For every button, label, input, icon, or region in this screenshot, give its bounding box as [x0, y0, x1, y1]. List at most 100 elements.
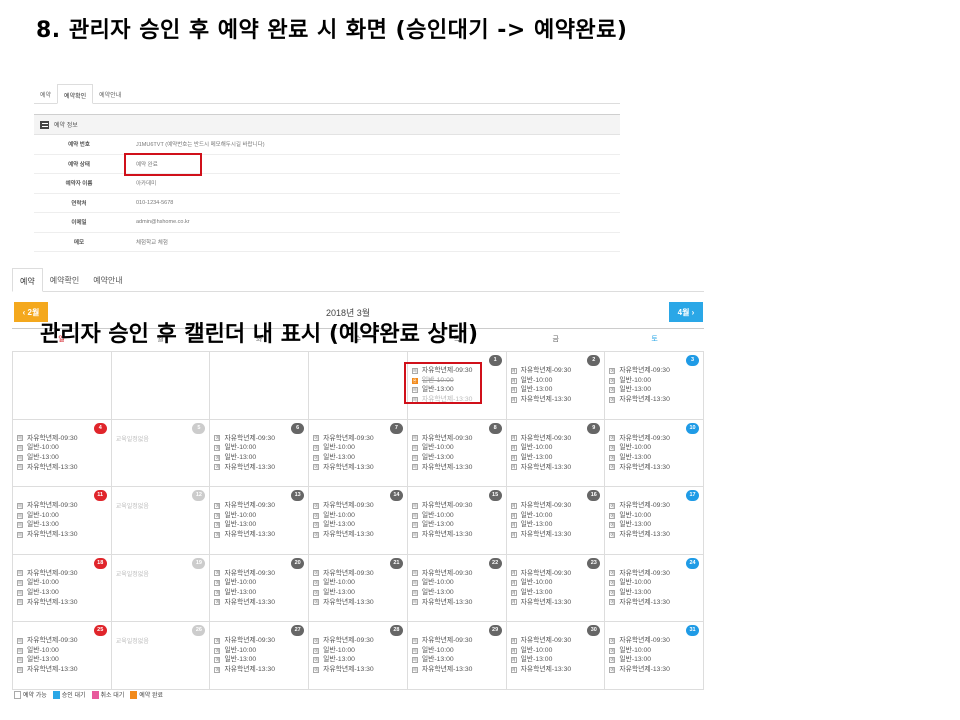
time-slot[interactable]: 예 일반-10:00: [411, 511, 504, 521]
time-slot[interactable]: 예 일반-10:00: [313, 443, 405, 453]
calendar-day-cell[interactable]: 28 예 자유학년제-09:30 예 일반-10:00 예 일반-13:00 예 자유학년제-1…: [309, 622, 408, 689]
calendar-day-cell[interactable]: 13 예 자유학년제-09:30 예 일반-10:00 예 일반-13:00 예 자유학년제-1…: [210, 487, 310, 554]
time-slot[interactable]: 예 일반-13:00: [214, 453, 306, 463]
calendar-day-cell[interactable]: 31 예 자유학년제-09:30 예 일반-10:00 예 일반-13:00 예 자유학년제-1…: [605, 622, 705, 689]
time-slot[interactable]: 예 일반-10:00: [214, 646, 306, 656]
time-slot[interactable]: 예 일반-13:00: [17, 655, 109, 665]
time-slot[interactable]: 예 일반-13:00: [313, 655, 405, 665]
calendar-day-cell[interactable]: 3 예 자유학년제-09:30 예 일반-10:00 예 일반-13:00 예 자유학년제-13…: [605, 352, 705, 419]
tab-reserve-guide[interactable]: 예약안내: [86, 268, 129, 292]
calendar-day-cell[interactable]: 27 예 자유학년제-09:30 예 일반-10:00 예 일반-13:00 예 자유학년제-1…: [210, 622, 310, 689]
time-slot[interactable]: 예 일반-13:00: [510, 385, 603, 395]
time-slot[interactable]: 예 자유학년제-09:30: [214, 636, 306, 646]
time-slot[interactable]: 예 일반-10:00: [609, 578, 701, 588]
calendar-day-cell[interactable]: 12 교육일정없음: [112, 487, 211, 554]
time-slot[interactable]: 예 일반-13:00: [609, 588, 701, 598]
time-slot[interactable]: 예 자유학년제-13:30: [609, 463, 701, 473]
time-slot[interactable]: 예 일반-13:00: [17, 588, 109, 598]
time-slot[interactable]: 예 일반-13:00: [411, 520, 504, 530]
time-slot[interactable]: 예 일반-10:00: [609, 443, 701, 453]
time-slot[interactable]: 예 일반-10:00: [609, 646, 701, 656]
time-slot[interactable]: 예 자유학년제-09:30: [313, 434, 405, 444]
time-slot[interactable]: 예 일반-13:00: [609, 385, 701, 395]
time-slot[interactable]: 예 자유학년제-09:30: [17, 501, 109, 511]
time-slot[interactable]: 예 자유학년제-13:30: [313, 598, 405, 608]
calendar-day-cell[interactable]: 14 예 자유학년제-09:30 예 일반-10:00 예 일반-13:00 예 자유학년제-1…: [309, 487, 408, 554]
time-slot[interactable]: 예 일반-13:00: [411, 655, 504, 665]
time-slot[interactable]: 예 자유학년제-13:30: [510, 530, 603, 540]
time-slot[interactable]: 예 자유학년제-09:30: [609, 636, 701, 646]
time-slot[interactable]: 예 일반-10:00: [313, 646, 405, 656]
time-slot[interactable]: 예 일반-10:00: [510, 511, 603, 521]
time-slot[interactable]: 예 일반-10:00: [214, 578, 306, 588]
tab-reserve[interactable]: 예약: [34, 84, 57, 104]
time-slot[interactable]: 예 자유학년제-13:30: [17, 463, 109, 473]
time-slot[interactable]: 예 자유학년제-09:30: [510, 501, 603, 511]
time-slot[interactable]: 예 자유학년제-13:30: [609, 530, 701, 540]
time-slot[interactable]: 예 일반-13:00: [313, 588, 405, 598]
time-slot[interactable]: 예 자유학년제-13:30: [17, 530, 109, 540]
calendar-day-cell[interactable]: 21 예 자유학년제-09:30 예 일반-10:00 예 일반-13:00 예 자유학년제-1…: [309, 554, 408, 621]
time-slot[interactable]: 예 자유학년제-13:30: [510, 665, 603, 675]
time-slot[interactable]: 예 자유학년제-13:30: [214, 463, 306, 473]
calendar-day-cell[interactable]: 30 예 자유학년제-09:30 예 일반-10:00 예 일반-13:00 예 자유학년제-1…: [507, 622, 606, 689]
time-slot[interactable]: 예 일반-13:00: [214, 520, 306, 530]
time-slot[interactable]: 예 일반-10:00: [313, 578, 405, 588]
time-slot[interactable]: 예 일반-10:00: [510, 646, 603, 656]
time-slot[interactable]: 예 자유학년제-09:30: [609, 366, 701, 376]
calendar-day-cell[interactable]: 24 예 자유학년제-09:30 예 일반-10:00 예 일반-13:00 예 자유학년제-1…: [605, 554, 705, 621]
time-slot[interactable]: 예 일반-10:00: [411, 578, 504, 588]
time-slot[interactable]: 예 일반-10:00: [17, 443, 109, 453]
time-slot[interactable]: 예 일반-13:00: [510, 520, 603, 530]
time-slot[interactable]: 예 일반-10:00: [609, 511, 701, 521]
time-slot[interactable]: 예 자유학년제-13:30: [313, 463, 405, 473]
time-slot[interactable]: 예 일반-13:00: [17, 520, 109, 530]
calendar-day-cell[interactable]: 23 예 자유학년제-09:30 예 일반-10:00 예 일반-13:00 예 자유학년제-1…: [507, 554, 606, 621]
calendar-day-cell[interactable]: 18 예 자유학년제-09:30 예 일반-10:00 예 일반-13:00 예 자유학년제-1…: [12, 554, 112, 621]
time-slot[interactable]: 예 일반-13:00: [411, 588, 504, 598]
time-slot[interactable]: 예 일반-13:00: [510, 588, 603, 598]
tab-reserve[interactable]: 예약: [12, 268, 43, 292]
next-month-button[interactable]: 4월 ›: [669, 302, 703, 322]
time-slot[interactable]: 예 자유학년제-13:30: [214, 530, 306, 540]
calendar-day-cell[interactable]: 4 예 자유학년제-09:30 예 일반-10:00 예 일반-13:00 예 자유학년제-13…: [12, 419, 112, 486]
time-slot[interactable]: 예 자유학년제-13:30: [214, 598, 306, 608]
time-slot[interactable]: 예 자유학년제-09:30: [510, 366, 603, 376]
time-slot[interactable]: 예 자유학년제-13:30: [411, 598, 504, 608]
time-slot[interactable]: 예 자유학년제-13:30: [313, 665, 405, 675]
time-slot[interactable]: 예 자유학년제-09:30: [609, 501, 701, 511]
tab-reserve-check[interactable]: 예약확인: [57, 84, 94, 104]
calendar-day-cell[interactable]: 25 예 자유학년제-09:30 예 일반-10:00 예 일반-13:00 예 자유학년제-1…: [12, 622, 112, 689]
time-slot[interactable]: 예 자유학년제-09:30: [411, 434, 504, 444]
time-slot[interactable]: 예 일반-10:00: [510, 443, 603, 453]
time-slot[interactable]: 예 자유학년제-09:30: [609, 569, 701, 579]
time-slot[interactable]: 예 자유학년제-09:30: [411, 636, 504, 646]
time-slot[interactable]: 예 일반-13:00: [411, 453, 504, 463]
time-slot[interactable]: 예 자유학년제-09:30: [313, 501, 405, 511]
calendar-day-cell[interactable]: 22 예 자유학년제-09:30 예 일반-10:00 예 일반-13:00 예 자유학년제-1…: [408, 554, 507, 621]
calendar-day-cell[interactable]: 19 교육일정없음: [112, 554, 211, 621]
time-slot[interactable]: 예 일반-10:00: [609, 376, 701, 386]
time-slot[interactable]: 예 자유학년제-09:30: [214, 501, 306, 511]
time-slot[interactable]: 예 자유학년제-09:30: [214, 434, 306, 444]
time-slot[interactable]: 예 자유학년제-09:30: [17, 434, 109, 444]
time-slot[interactable]: 예 자유학년제-09:30: [411, 501, 504, 511]
time-slot[interactable]: 예 자유학년제-09:30: [411, 569, 504, 579]
time-slot[interactable]: 예 일반-13:00: [214, 655, 306, 665]
time-slot[interactable]: 예 자유학년제-13:30: [609, 665, 701, 675]
time-slot[interactable]: 예 일반-13:00: [17, 453, 109, 463]
calendar-day-cell[interactable]: 2 예 자유학년제-09:30 예 일반-10:00 예 일반-13:00 예 자유학년제-13…: [507, 352, 606, 419]
time-slot[interactable]: 예 자유학년제-13:30: [214, 665, 306, 675]
time-slot[interactable]: 예 자유학년제-09:30: [17, 569, 109, 579]
time-slot[interactable]: 예 일반-13:00: [609, 655, 701, 665]
calendar-day-cell[interactable]: 26 교육일정없음: [112, 622, 211, 689]
time-slot[interactable]: 예 자유학년제-13:30: [17, 598, 109, 608]
tab-reserve-guide[interactable]: 예약안내: [93, 84, 127, 104]
time-slot[interactable]: 예 일반-10:00: [411, 646, 504, 656]
calendar-day-cell[interactable]: 10 예 자유학년제-09:30 예 일반-10:00 예 일반-13:00 예 자유학년제-1…: [605, 419, 705, 486]
calendar-day-cell[interactable]: 15 예 자유학년제-09:30 예 일반-10:00 예 일반-13:00 예 자유학년제-1…: [408, 487, 507, 554]
time-slot[interactable]: 예 자유학년제-09:30: [313, 636, 405, 646]
time-slot[interactable]: 예 일반-10:00: [510, 376, 603, 386]
time-slot[interactable]: 예 일반-13:00: [609, 453, 701, 463]
time-slot[interactable]: 예 자유학년제-13:30: [313, 530, 405, 540]
